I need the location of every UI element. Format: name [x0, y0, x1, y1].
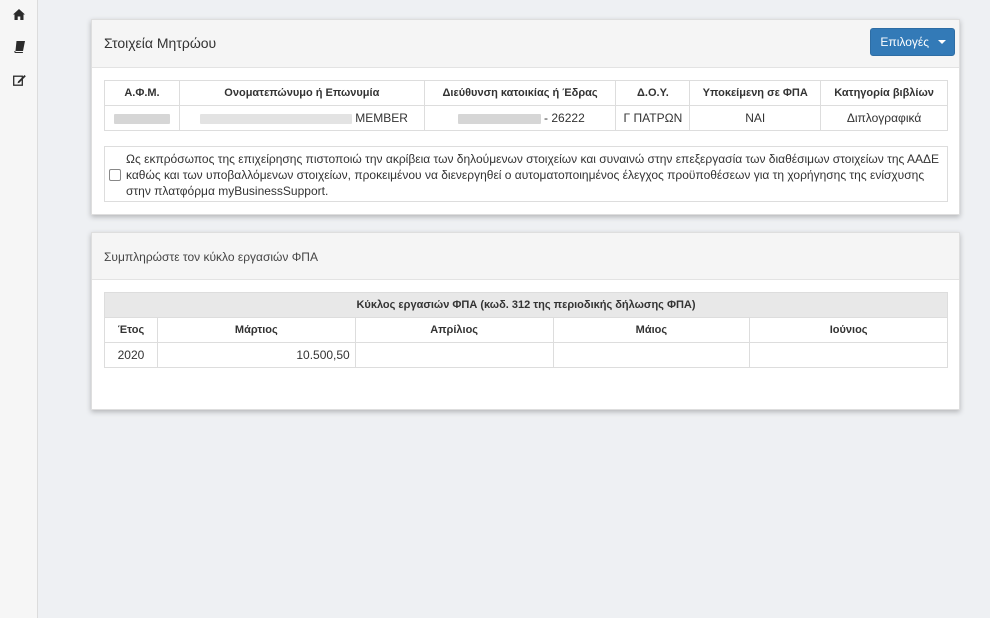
- table-header-row: Έτος Μάρτιος Απρίλιος Μάιος Ιούνιος: [104, 317, 948, 343]
- column-header-doy: Δ.Ο.Υ.: [615, 80, 691, 106]
- column-header-april: Απρίλιος: [354, 317, 554, 343]
- cell-year: 2020: [104, 342, 158, 368]
- cell-books-category: Διπλογραφικά: [820, 105, 948, 131]
- table-header-row: Α.Φ.Μ. Ονοματεπώνυμο ή Επωνυμία Διεύθυνσ…: [104, 80, 948, 106]
- options-button-label: Επιλογές: [880, 35, 929, 49]
- registry-panel-title: Στοιχεία Μητρώου: [104, 35, 217, 51]
- column-header-june: Ιούνιος: [749, 317, 948, 343]
- edit-icon[interactable]: [12, 73, 26, 87]
- table-row: 2020 10.500,50: [104, 342, 948, 368]
- cell-april: [354, 342, 554, 368]
- vat-panel-title: Συμπληρώστε τον κύκλο εργασιών ΦΠΑ: [104, 250, 318, 264]
- cell-march: 10.500,50: [156, 342, 356, 368]
- registry-panel-heading: Στοιχεία Μητρώου Επιλογές: [92, 20, 959, 68]
- book-icon[interactable]: [12, 40, 26, 54]
- redacted-address: [457, 113, 541, 124]
- confirmation-checkbox[interactable]: [109, 169, 121, 181]
- june-turnover-input[interactable]: [750, 343, 947, 367]
- confirmation-text: Ως εκπρόσωπος της επιχείρησης πιστοποιώ …: [126, 152, 940, 198]
- column-header-afm: Α.Φ.Μ.: [104, 80, 180, 106]
- cell-june: [749, 342, 948, 368]
- column-header-books-category: Κατηγορία βιβλίων: [820, 80, 948, 106]
- name-suffix: MEMBER: [355, 111, 408, 125]
- vat-table-caption: Κύκλος εργασιών ΦΠΑ (κωδ. 312 της περιοδ…: [104, 292, 948, 318]
- registry-table: Α.Φ.Μ. Ονοματεπώνυμο ή Επωνυμία Διεύθυνσ…: [104, 80, 948, 131]
- column-header-march: Μάρτιος: [156, 317, 356, 343]
- cell-may: [552, 342, 751, 368]
- redacted-afm: [113, 113, 170, 124]
- column-header-year: Έτος: [104, 317, 158, 343]
- column-header-address: Διεύθυνση κατοικίας ή Έδρας: [423, 80, 617, 106]
- vat-turnover-table: Κύκλος εργασιών ΦΠΑ (κωδ. 312 της περιοδ…: [104, 292, 948, 368]
- caret-down-icon: [938, 40, 946, 44]
- confirmation-box: Ως εκπρόσωπος της επιχείρησης πιστοποιώ …: [104, 146, 948, 202]
- cell-name: MEMBER: [178, 105, 425, 131]
- registry-panel: Στοιχεία Μητρώου Επιλογές Α.Φ.Μ. Ονοματε…: [91, 19, 960, 215]
- vat-turnover-panel: Συμπληρώστε τον κύκλο εργασιών ΦΠΑ Κύκλο…: [91, 232, 960, 410]
- cell-afm: [104, 105, 180, 131]
- options-dropdown-button[interactable]: Επιλογές: [870, 28, 955, 56]
- table-row: MEMBER - 26222 Γ ΠΑΤΡΩΝ ΝΑΙ Διπλογραφικά: [104, 105, 948, 131]
- column-header-name: Ονοματεπώνυμο ή Επωνυμία: [178, 80, 425, 106]
- table-caption-row: Κύκλος εργασιών ΦΠΑ (κωδ. 312 της περιοδ…: [104, 292, 948, 318]
- may-turnover-input[interactable]: [554, 343, 750, 367]
- sidebar: [0, 0, 38, 618]
- cell-doy: Γ ΠΑΤΡΩΝ: [615, 105, 691, 131]
- april-turnover-input[interactable]: [356, 343, 553, 367]
- address-suffix: - 26222: [544, 111, 585, 125]
- march-turnover-input[interactable]: 10.500,50: [158, 343, 355, 367]
- cell-vat-subject: ΝΑΙ: [689, 105, 822, 131]
- home-icon[interactable]: [12, 7, 26, 21]
- column-header-may: Μάιος: [552, 317, 751, 343]
- cell-address: - 26222: [423, 105, 617, 131]
- redacted-name: [199, 113, 352, 124]
- column-header-vat-subject: Υποκείμενη σε ΦΠΑ: [689, 80, 822, 106]
- vat-panel-heading: Συμπληρώστε τον κύκλο εργασιών ΦΠΑ: [92, 233, 959, 280]
